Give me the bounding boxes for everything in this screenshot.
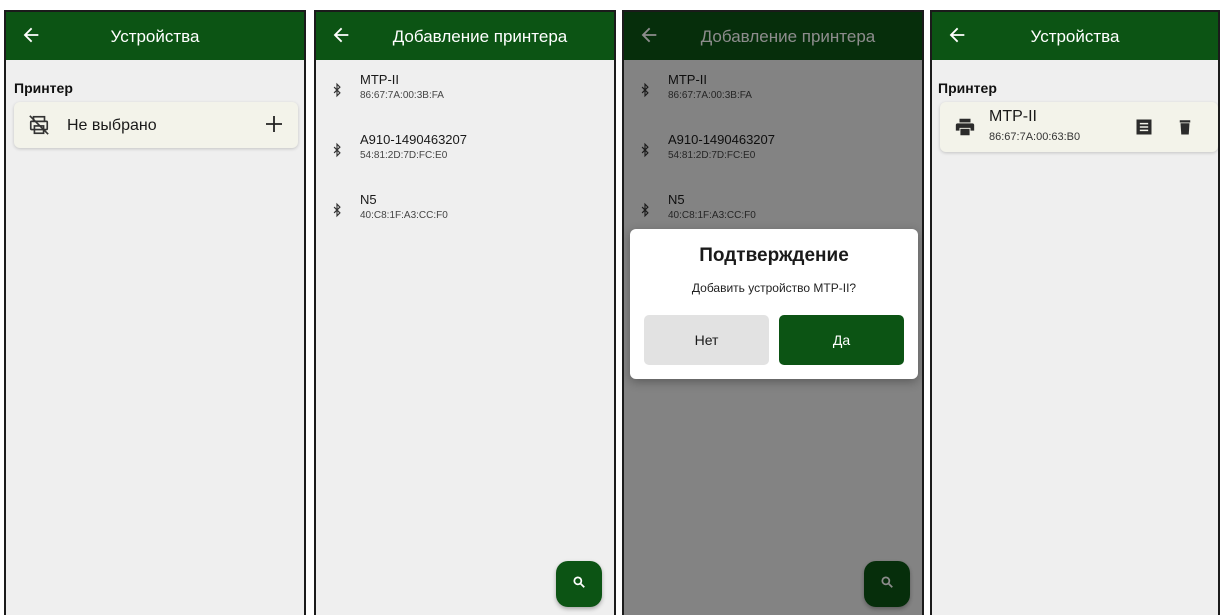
device-item[interactable]: MTP-II 86:67:7A:00:3B:FA bbox=[316, 72, 614, 132]
dialog-message: Добавить устройство MTP-II? bbox=[691, 281, 857, 295]
dialog-buttons: Нет Да bbox=[644, 315, 904, 365]
app-bar: Добавление принтера bbox=[316, 12, 614, 60]
device-mac: 40:C8:1F:A3:CC:F0 bbox=[360, 210, 448, 221]
confirm-dialog: Подтверждение Добавить устройство MTP-II… bbox=[630, 229, 918, 379]
dialog-title: Подтверждение bbox=[699, 245, 849, 266]
printer-icon bbox=[954, 116, 976, 143]
printer-card[interactable]: Не выбрано bbox=[14, 102, 298, 148]
printer-mac: 86:67:7A:00:63:B0 bbox=[989, 131, 1081, 143]
device-name: N5 bbox=[360, 192, 377, 207]
bluetooth-icon bbox=[330, 142, 346, 163]
yes-button[interactable]: Да bbox=[779, 315, 904, 365]
printer-off-icon bbox=[28, 114, 50, 141]
device-mac: 54:81:2D:7D:FC:E0 bbox=[360, 150, 448, 161]
page-title: Добавление принтера bbox=[392, 27, 568, 46]
page-title: Устройства bbox=[1030, 27, 1120, 46]
device-item[interactable]: A910-1490463207 54:81:2D:7D:FC:E0 bbox=[316, 132, 614, 192]
no-button[interactable]: Нет bbox=[644, 315, 769, 365]
screen-devices-empty: Устройства Принтер Не выбрано bbox=[4, 10, 306, 615]
printer-status-label: Не выбрано bbox=[67, 117, 157, 134]
add-printer-plus-icon[interactable] bbox=[264, 114, 284, 134]
section-label-printer: Принтер bbox=[938, 80, 997, 96]
page-title: Устройства bbox=[110, 27, 200, 46]
trash-icon[interactable] bbox=[1176, 117, 1194, 137]
printer-name: MTP-II bbox=[989, 108, 1037, 125]
bluetooth-icon bbox=[330, 202, 346, 223]
screen-add-printer-confirm: Добавление принтера MTP-II 86:67:7A:00:3… bbox=[622, 10, 924, 615]
app-bar: Устройства bbox=[6, 12, 304, 60]
device-item[interactable]: N5 40:C8:1F:A3:CC:F0 bbox=[316, 192, 614, 252]
printer-card[interactable]: MTP-II 86:67:7A:00:63:B0 bbox=[940, 102, 1218, 152]
section-label-printer: Принтер bbox=[14, 80, 73, 96]
device-name: MTP-II bbox=[360, 72, 399, 87]
screen-add-printer: Добавление принтера MTP-II 86:67:7A:00:3… bbox=[314, 10, 616, 615]
search-fab-button[interactable] bbox=[556, 561, 602, 607]
screen-devices-selected: Устройства Принтер MTP-II 86:67:7A:00:63… bbox=[930, 10, 1220, 615]
receipt-icon[interactable] bbox=[1134, 117, 1154, 137]
device-name: A910-1490463207 bbox=[360, 132, 467, 147]
search-icon bbox=[572, 575, 586, 594]
device-mac: 86:67:7A:00:3B:FA bbox=[360, 90, 444, 101]
device-list: MTP-II 86:67:7A:00:3B:FA A910-1490463207… bbox=[316, 60, 614, 252]
app-bar: Устройства bbox=[932, 12, 1218, 60]
bluetooth-icon bbox=[330, 82, 346, 103]
